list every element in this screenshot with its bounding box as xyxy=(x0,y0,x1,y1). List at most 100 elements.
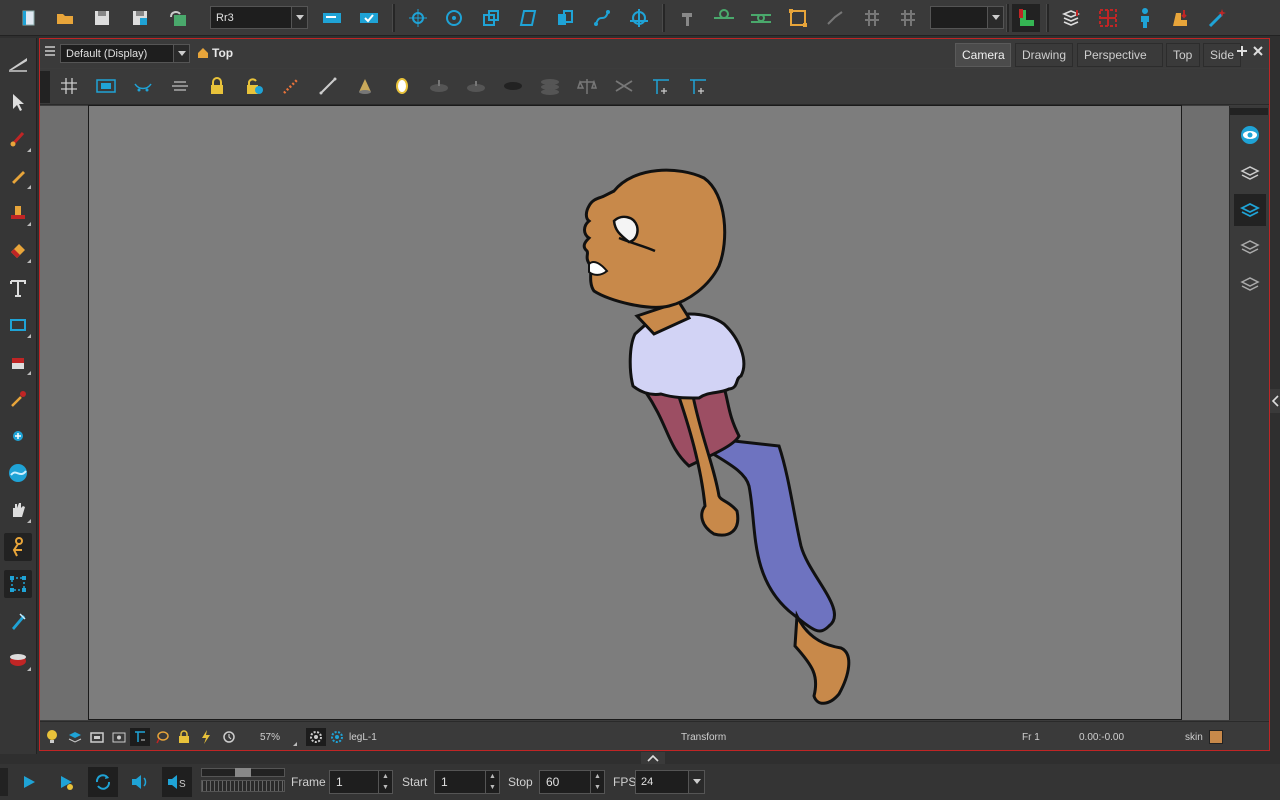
onion-skin-icon[interactable] xyxy=(131,74,155,98)
rigging-icon[interactable] xyxy=(4,533,32,561)
crossed-arrows-icon[interactable] xyxy=(612,74,636,98)
layer-disc-1-icon[interactable] xyxy=(427,74,451,98)
tab-top[interactable]: Top xyxy=(1166,43,1200,67)
select-region-icon[interactable] xyxy=(1096,6,1120,30)
import-icon[interactable] xyxy=(166,6,190,30)
lock-small-icon[interactable] xyxy=(178,728,190,746)
onion-grid-icon[interactable] xyxy=(860,6,884,30)
zoom-level[interactable]: 57% xyxy=(260,728,280,746)
deform-icon[interactable] xyxy=(590,6,614,30)
scale-icon[interactable] xyxy=(479,6,503,30)
breadcrumb[interactable]: Top xyxy=(197,46,233,60)
collapse-panel-icon[interactable] xyxy=(1270,389,1280,413)
character-drawing[interactable] xyxy=(89,106,1183,721)
bounding-box-icon[interactable] xyxy=(786,6,810,30)
layer-disc-2-icon[interactable] xyxy=(464,74,488,98)
ease-keyframe-icon[interactable] xyxy=(749,6,773,30)
smooth-editor-icon[interactable] xyxy=(4,459,32,487)
panel-splitter-icon[interactable] xyxy=(641,752,665,764)
strip-handle[interactable] xyxy=(1230,108,1268,115)
magic-wand-icon[interactable] xyxy=(1206,6,1230,30)
stepper-arrows[interactable]: ▲ ▼ xyxy=(485,771,499,793)
layers-icon[interactable] xyxy=(68,728,82,746)
hammer-icon[interactable] xyxy=(676,6,700,30)
balance-icon[interactable] xyxy=(575,74,599,98)
paint-bucket-icon[interactable] xyxy=(4,348,32,376)
rectangle-icon[interactable] xyxy=(4,311,32,339)
text-icon[interactable] xyxy=(4,274,32,302)
camera-frame[interactable] xyxy=(88,105,1182,720)
key-drawing-icon[interactable] xyxy=(357,6,381,30)
tab-drawing[interactable]: Drawing xyxy=(1015,43,1073,67)
cutter-icon[interactable] xyxy=(4,607,32,635)
morphing-pot-icon[interactable] xyxy=(4,644,32,672)
light-table-icon[interactable] xyxy=(168,74,192,98)
mark-drawing-icon[interactable] xyxy=(320,6,344,30)
zoom-menu-indicator[interactable] xyxy=(293,742,297,746)
skew-icon[interactable] xyxy=(516,6,540,30)
onion-toggle-icon[interactable] xyxy=(130,728,150,746)
gear-blue-icon[interactable] xyxy=(330,728,344,746)
motion-path-icon[interactable] xyxy=(823,6,847,30)
tab-perspective[interactable]: Perspective xyxy=(1077,43,1163,67)
open-folder-icon[interactable] xyxy=(53,6,77,30)
sound-scrub-icon[interactable]: S xyxy=(162,767,192,797)
character-pose-icon[interactable] xyxy=(1169,6,1193,30)
transform-tool-icon[interactable] xyxy=(4,570,32,598)
camera-mask-icon[interactable] xyxy=(112,728,126,746)
spotlight-icon[interactable] xyxy=(353,74,377,98)
stepper-arrows[interactable]: ▲ ▼ xyxy=(378,771,392,793)
layer-stack-u-icon[interactable] xyxy=(1234,268,1266,300)
ruler-icon[interactable] xyxy=(279,74,303,98)
character-icon[interactable] xyxy=(1133,6,1157,30)
layer-disc-3-icon[interactable] xyxy=(501,74,525,98)
peg-keyframe-icon[interactable] xyxy=(712,6,736,30)
display-combo[interactable]: Default (Display) xyxy=(60,44,190,63)
lock-icon[interactable] xyxy=(205,74,229,98)
hand-icon[interactable] xyxy=(4,496,32,524)
reset-view-icon[interactable] xyxy=(222,728,236,746)
playback-speed-slider[interactable] xyxy=(201,768,285,777)
layer-stack-o-icon[interactable] xyxy=(1234,157,1266,189)
toolbar-handle[interactable] xyxy=(40,71,50,103)
eraser-icon[interactable] xyxy=(4,236,32,264)
layer-stack-c-icon[interactable] xyxy=(1234,231,1266,263)
add-tab-icon[interactable] xyxy=(1236,45,1248,57)
add-guide-h-icon[interactable] xyxy=(649,74,673,98)
color-swatch[interactable] xyxy=(1209,730,1223,744)
mirror-icon[interactable] xyxy=(390,74,414,98)
lightning-icon[interactable] xyxy=(200,728,212,746)
layer-stack-icon[interactable] xyxy=(538,74,562,98)
new-scene-icon[interactable] xyxy=(16,6,40,30)
rotate-icon[interactable] xyxy=(442,6,466,30)
eye-icon[interactable] xyxy=(1234,119,1266,151)
brush-pressure-icon[interactable] xyxy=(4,50,32,78)
slider-thumb[interactable] xyxy=(235,768,251,777)
layers-up-icon[interactable] xyxy=(1059,6,1083,30)
transform-origin-icon[interactable] xyxy=(627,6,651,30)
stamp-icon[interactable] xyxy=(4,199,32,227)
flip-icon[interactable] xyxy=(553,6,577,30)
layer-stack-l-icon[interactable] xyxy=(1234,194,1266,226)
play-selection-icon[interactable] xyxy=(51,767,81,797)
fps-combo[interactable]: 24 xyxy=(635,770,705,794)
lasso-icon[interactable] xyxy=(155,728,169,746)
save-as-icon[interactable] xyxy=(128,6,152,30)
pivot-icon[interactable] xyxy=(406,6,430,30)
add-guide-v-icon[interactable] xyxy=(686,74,710,98)
play-icon[interactable] xyxy=(14,767,44,797)
select-arrow-icon[interactable] xyxy=(4,88,32,116)
pencil-icon[interactable] xyxy=(4,162,32,190)
contour-editor-icon[interactable] xyxy=(4,422,32,450)
safe-area-icon[interactable] xyxy=(94,74,118,98)
start-stepper[interactable]: 1 ▲ ▼ xyxy=(434,770,500,794)
line-guide-icon[interactable] xyxy=(316,74,340,98)
set-key-icon[interactable] xyxy=(1012,4,1040,32)
drawing-combo[interactable]: Rr3 xyxy=(210,6,308,29)
tab-camera[interactable]: Camera xyxy=(955,43,1011,67)
grid-icon[interactable] xyxy=(57,74,81,98)
stop-stepper[interactable]: 60 ▲ ▼ xyxy=(539,770,605,794)
unlock-add-icon[interactable] xyxy=(242,74,266,98)
preset-combo[interactable] xyxy=(930,6,1004,29)
frame-icon[interactable] xyxy=(90,728,104,746)
